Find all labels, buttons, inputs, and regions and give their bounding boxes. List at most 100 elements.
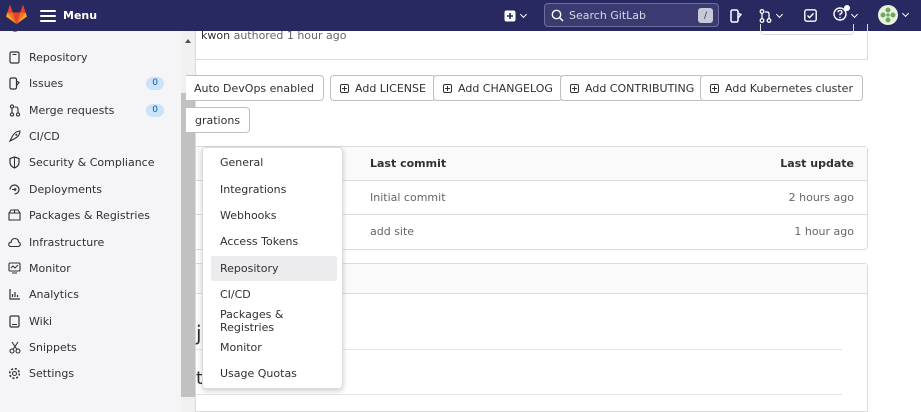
menu-item-general[interactable]: General [211, 150, 337, 175]
commit-actions-button-group[interactable] [760, 24, 854, 35]
issues-icon [730, 8, 742, 23]
menu-item-repository[interactable]: Repository [211, 256, 337, 281]
sidebar-item-label: Wiki [29, 314, 53, 328]
sidebar-item-security[interactable]: Security & Compliance [0, 149, 181, 175]
sidebar-item-label: Merge requests [29, 103, 115, 117]
integrations-label: grations [195, 113, 241, 127]
info-icon [8, 31, 21, 33]
auto-devops-button[interactable]: Auto DevOps enabled [186, 75, 324, 101]
add-license-label: Add LICENSE [355, 81, 426, 95]
merge-request-icon [759, 8, 772, 23]
sidebar-item-ci-cd[interactable]: CI/CD [0, 123, 181, 149]
sidebar-item-merge-requests[interactable]: Merge requests 0 [0, 97, 181, 123]
repository-icon [8, 50, 21, 64]
todo-check-icon [804, 9, 817, 22]
add-license-button[interactable]: Add LICENSE [330, 75, 436, 101]
sidebar-item-label: Packages & Registries [29, 208, 150, 222]
add-kubernetes-label: Add Kubernetes cluster [725, 81, 853, 95]
sidebar-item-label: Infrastructure [29, 235, 105, 249]
column-last-update: Last update [780, 157, 854, 170]
issues-icon [8, 76, 21, 90]
search-input[interactable] [569, 8, 694, 22]
sidebar-item-monitor[interactable]: Monitor [0, 255, 181, 281]
scroll-up-arrow-icon[interactable] [185, 39, 191, 43]
merge-request-icon [8, 103, 21, 117]
sidebar-item-issues[interactable]: Issues 0 [0, 70, 181, 96]
merge-requests-count-badge: 0 [146, 103, 164, 117]
chart-icon [8, 288, 21, 301]
sidebar-item-label: Repository [29, 50, 88, 64]
merge-requests-nav-button[interactable] [759, 6, 784, 25]
menu-item-integrations[interactable]: Integrations [211, 177, 337, 202]
add-contributing-label: Add CONTRIBUTING [585, 81, 695, 95]
sidebar-item-label: Issues [29, 76, 64, 90]
row-last-commit[interactable]: Initial commit [370, 191, 446, 204]
menu-item-webhooks[interactable]: Webhooks [211, 203, 337, 228]
plus-square-icon [504, 10, 516, 21]
menu-label: Menu [63, 9, 98, 22]
sidebar-item-project-information[interactable] [0, 31, 181, 39]
book-icon [8, 314, 21, 328]
auto-devops-label: Auto DevOps enabled [194, 81, 314, 95]
menu-item-packages-registries[interactable]: Packages & Registries [211, 308, 337, 334]
sidebar-scrollbar-thumb[interactable] [181, 93, 195, 397]
hamburger-icon [40, 9, 56, 22]
sidebar-item-infrastructure[interactable]: Infrastructure [0, 229, 181, 255]
avatar [878, 4, 898, 25]
row-last-update: 2 hours ago [788, 191, 854, 204]
sidebar-item-packages[interactable]: Packages & Registries [0, 202, 181, 228]
menu-item-monitor[interactable]: Monitor [211, 335, 337, 360]
notification-dot [844, 5, 850, 11]
gitlab-logo-icon[interactable] [6, 5, 27, 25]
package-icon [8, 209, 21, 222]
new-dropdown-button[interactable] [504, 6, 528, 25]
readme-divider [196, 394, 842, 395]
menu-item-usage-quotas[interactable]: Usage Quotas [211, 361, 337, 386]
rocket-icon [8, 129, 21, 143]
sidebar-item-label: Settings [29, 366, 75, 380]
plus-icon [570, 83, 579, 93]
add-changelog-button[interactable]: Add CHANGELOG [433, 75, 563, 101]
user-menu-button[interactable] [878, 4, 910, 25]
plus-icon [710, 83, 719, 93]
sidebar-item-repository[interactable]: Repository [0, 44, 181, 70]
menu-button[interactable]: Menu [40, 5, 97, 26]
issues-count-badge: 0 [146, 76, 164, 90]
monitor-icon [8, 262, 21, 275]
readme-heading-fragment: j [196, 321, 202, 345]
sidebar-item-label: Monitor [29, 261, 71, 275]
plus-icon [340, 83, 349, 93]
issues-nav-button[interactable] [730, 6, 742, 25]
menu-item-ci-cd[interactable]: CI/CD [211, 282, 337, 307]
column-last-commit: Last commit [370, 157, 447, 170]
add-contributing-button[interactable]: Add CONTRIBUTING [560, 75, 705, 101]
sidebar-item-analytics[interactable]: Analytics [0, 281, 181, 307]
sidebar-item-snippets[interactable]: Snippets [0, 334, 181, 360]
row-last-update: 1 hour ago [794, 225, 854, 238]
settings-dropdown-menu: General Integrations Webhooks Access Tok… [202, 147, 343, 389]
commit-authored-text: authored 1 hour ago [230, 29, 347, 42]
add-changelog-label: Add CHANGELOG [458, 81, 553, 95]
scissors-icon [8, 341, 21, 354]
sidebar-item-wiki[interactable]: Wiki [0, 308, 181, 334]
deployments-icon [8, 183, 21, 196]
chevron-down-icon [901, 9, 910, 17]
shield-icon [8, 155, 21, 169]
sidebar-item-label: Deployments [29, 182, 103, 196]
sidebar: Repository Issues 0 Merge requests 0 CI/… [0, 31, 196, 412]
help-nav-button[interactable] [833, 5, 859, 25]
row-last-commit[interactable]: add site [370, 225, 414, 238]
commit-author[interactable]: kwon [201, 29, 230, 42]
commit-author-line: kwon authored 1 hour ago [201, 29, 346, 42]
todos-nav-button[interactable] [804, 6, 817, 25]
sidebar-item-settings[interactable]: Settings [0, 360, 181, 386]
search-icon [551, 9, 564, 22]
sidebar-item-label: CI/CD [29, 129, 60, 143]
sidebar-item-deployments[interactable]: Deployments [0, 176, 181, 202]
menu-item-access-tokens[interactable]: Access Tokens [211, 229, 337, 254]
plus-icon [443, 83, 452, 93]
configure-integrations-button[interactable]: grations [186, 107, 251, 133]
add-kubernetes-cluster-button[interactable]: Add Kubernetes cluster [700, 75, 863, 101]
chevron-down-icon [775, 10, 784, 18]
sidebar-item-label: Analytics [29, 287, 79, 301]
